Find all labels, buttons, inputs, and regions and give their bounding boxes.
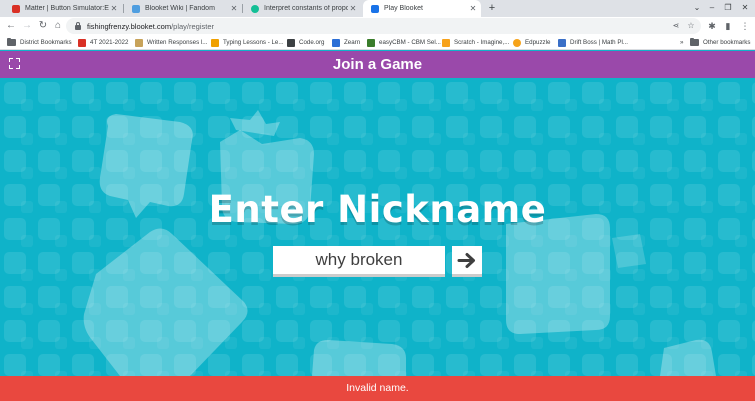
minimize-icon[interactable]: –: [705, 1, 719, 15]
lock-icon[interactable]: [75, 22, 81, 30]
folder-icon: [7, 38, 16, 46]
back-icon[interactable]: ←: [4, 19, 18, 33]
tab-label: Matter | Button Simulator:ED Wi: [25, 5, 109, 12]
bookmark-icon: [367, 38, 375, 47]
tab-search-icon[interactable]: ⌄: [690, 1, 704, 15]
bookmark-other-bookmarks[interactable]: Other bookmarks: [690, 36, 750, 49]
url-text: fishingfrenzy.blooket.com/play/register: [87, 21, 215, 31]
bookmark-icon: [287, 38, 295, 47]
tab-label: Blooket Wiki | Fandom: [145, 5, 215, 12]
bookmarks-bar: District Bookmarks 4T 2021-2022 Written …: [0, 35, 755, 50]
bookmark-label: Written Responses l...: [147, 39, 208, 46]
bookmark-easycbm[interactable]: easyCBM - CBM Sel...: [367, 36, 441, 49]
bookmark-label: Drift Boss | Math Pl...: [570, 39, 628, 46]
tab-play-blooket[interactable]: Play Blooket ✕: [363, 0, 481, 17]
close-icon[interactable]: ✕: [348, 4, 358, 13]
tab-matter[interactable]: Matter | Button Simulator:ED Wi ✕: [4, 0, 122, 17]
blook-silhouette: [312, 340, 406, 376]
blook-silhouette: [506, 214, 610, 334]
tab-khan-academy[interactable]: Interpret constants of proportion ✕: [243, 0, 361, 17]
bookmark-label: Typing Lessons - Le...: [223, 39, 284, 46]
bookmark-code-org[interactable]: Code.org: [287, 36, 324, 49]
extension-icon[interactable]: ✱: [705, 19, 719, 33]
bookmark-icon: [135, 38, 143, 47]
side-panel-icon[interactable]: ▮: [721, 19, 735, 33]
bookmark-label: Code.org: [299, 39, 325, 46]
bookmark-more-chevron[interactable]: »: [680, 36, 683, 49]
bookmark-label: Other bookmarks: [703, 39, 751, 46]
menu-icon[interactable]: ⋮: [738, 19, 752, 33]
bookmark-label: Edpuzzle: [525, 39, 551, 46]
bookmark-icon: [211, 38, 219, 47]
bookmark-4t[interactable]: 4T 2021-2022: [78, 36, 128, 49]
enter-nickname-heading: Enter Nickname: [208, 188, 547, 231]
arrow-right-icon: [457, 253, 475, 268]
folder-icon: [690, 38, 699, 46]
error-message: Invalid name.: [346, 382, 409, 394]
error-banner: Invalid name.: [0, 376, 755, 401]
maximize-icon[interactable]: ❐: [721, 1, 735, 15]
home-icon[interactable]: ⌂: [51, 19, 65, 33]
bookmark-label: Scratch - Imagine,...: [454, 39, 510, 46]
new-tab-button[interactable]: +: [486, 1, 498, 15]
star-icon[interactable]: ☆: [685, 18, 697, 34]
address-bar[interactable]: fishingfrenzy.blooket.com/play/register …: [66, 18, 701, 34]
close-icon[interactable]: ✕: [229, 4, 239, 13]
bookmark-icon: [558, 38, 566, 47]
join-stage: Enter Nickname: [0, 78, 755, 376]
page-title: Join a Game: [332, 56, 423, 73]
bookmark-edpuzzle[interactable]: Edpuzzle: [513, 36, 550, 49]
bookmark-written-responses[interactable]: Written Responses l...: [135, 36, 207, 49]
bookmark-district-bookmarks[interactable]: District Bookmarks: [7, 36, 72, 49]
tab-strip: Matter | Button Simulator:ED Wi ✕ Blooke…: [0, 0, 755, 17]
bookmark-icon: [332, 38, 340, 47]
bookmark-label: District Bookmarks: [20, 39, 72, 46]
bookmark-label: 4T 2021-2022: [90, 39, 129, 46]
bookmark-icon: [78, 38, 86, 47]
nickname-input[interactable]: [273, 246, 445, 277]
share-icon[interactable]: ⋖: [670, 18, 682, 34]
bookmark-drift-boss[interactable]: Drift Boss | Math Pl...: [558, 36, 628, 49]
window-close-icon[interactable]: ✕: [738, 1, 752, 15]
blooket-wiki-icon: [132, 4, 140, 13]
youtube-icon: [12, 4, 20, 13]
blooket-icon: [371, 4, 379, 13]
bookmark-scratch[interactable]: Scratch - Imagine,...: [442, 36, 509, 49]
bookmark-icon: [442, 38, 450, 47]
forward-icon[interactable]: →: [20, 19, 34, 33]
reload-icon[interactable]: ↻: [36, 19, 50, 33]
close-icon[interactable]: ✕: [109, 4, 119, 13]
bookmark-label: Zearn: [344, 39, 361, 46]
bookmark-zearn[interactable]: Zearn: [332, 36, 360, 49]
bookmark-icon: [513, 38, 521, 47]
browser-toolbar: ← → ↻ ⌂ fishingfrenzy.blooket.com/play/r…: [0, 17, 755, 35]
tab-label: Play Blooket: [384, 5, 423, 12]
page-header: Join a Game: [0, 51, 755, 78]
blook-silhouette: [612, 234, 646, 268]
submit-nickname-button[interactable]: [452, 246, 482, 277]
bookmark-label: easyCBM - CBM Sel...: [379, 39, 441, 46]
close-icon[interactable]: ✕: [468, 4, 478, 13]
tab-blooket-wiki[interactable]: Blooket Wiki | Fandom ✕: [124, 0, 242, 17]
khan-academy-icon: [251, 4, 259, 13]
tab-label: Interpret constants of proportion: [264, 5, 348, 12]
bookmark-typing-lessons[interactable]: Typing Lessons - Le...: [211, 36, 284, 49]
